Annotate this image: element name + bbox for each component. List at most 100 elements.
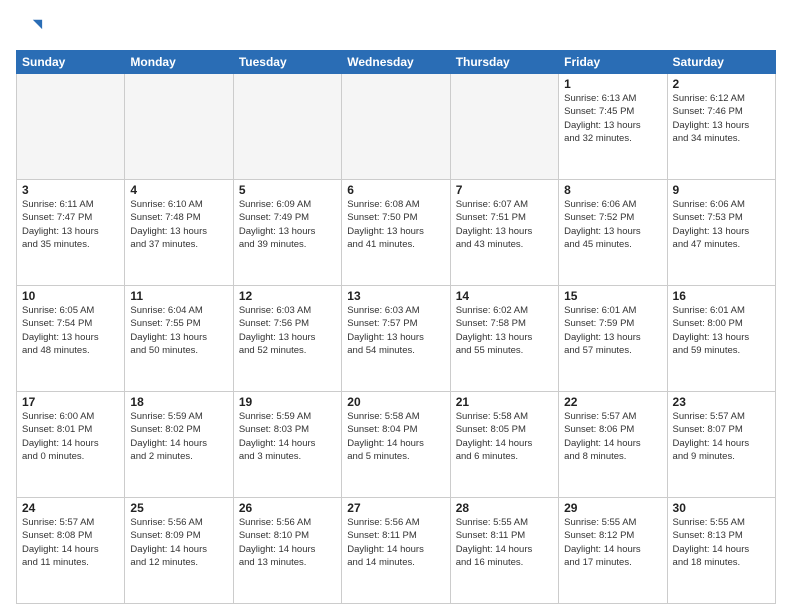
day-number: 11 <box>130 289 227 303</box>
day-number: 12 <box>239 289 336 303</box>
calendar-day-cell: 21Sunrise: 5:58 AMSunset: 8:05 PMDayligh… <box>450 392 558 498</box>
day-number: 8 <box>564 183 661 197</box>
calendar-day-cell: 18Sunrise: 5:59 AMSunset: 8:02 PMDayligh… <box>125 392 233 498</box>
day-number: 4 <box>130 183 227 197</box>
day-info: Sunrise: 5:58 AMSunset: 8:05 PMDaylight:… <box>456 410 553 463</box>
calendar-day-cell: 6Sunrise: 6:08 AMSunset: 7:50 PMDaylight… <box>342 180 450 286</box>
day-info: Sunrise: 5:55 AMSunset: 8:12 PMDaylight:… <box>564 516 661 569</box>
day-number: 16 <box>673 289 770 303</box>
calendar-day-cell <box>233 74 341 180</box>
day-number: 27 <box>347 501 444 515</box>
day-number: 23 <box>673 395 770 409</box>
calendar-day-cell: 15Sunrise: 6:01 AMSunset: 7:59 PMDayligh… <box>559 286 667 392</box>
day-info: Sunrise: 5:55 AMSunset: 8:11 PMDaylight:… <box>456 516 553 569</box>
calendar-day-cell: 23Sunrise: 5:57 AMSunset: 8:07 PMDayligh… <box>667 392 775 498</box>
day-number: 2 <box>673 77 770 91</box>
day-number: 15 <box>564 289 661 303</box>
calendar-day-cell: 13Sunrise: 6:03 AMSunset: 7:57 PMDayligh… <box>342 286 450 392</box>
day-info: Sunrise: 6:12 AMSunset: 7:46 PMDaylight:… <box>673 92 770 145</box>
calendar-week-row: 10Sunrise: 6:05 AMSunset: 7:54 PMDayligh… <box>17 286 776 392</box>
calendar-day-cell: 5Sunrise: 6:09 AMSunset: 7:49 PMDaylight… <box>233 180 341 286</box>
day-info: Sunrise: 6:06 AMSunset: 7:53 PMDaylight:… <box>673 198 770 251</box>
calendar-day-cell: 3Sunrise: 6:11 AMSunset: 7:47 PMDaylight… <box>17 180 125 286</box>
calendar-day-cell: 30Sunrise: 5:55 AMSunset: 8:13 PMDayligh… <box>667 498 775 604</box>
day-info: Sunrise: 5:56 AMSunset: 8:10 PMDaylight:… <box>239 516 336 569</box>
calendar-day-cell <box>125 74 233 180</box>
day-number: 19 <box>239 395 336 409</box>
day-number: 18 <box>130 395 227 409</box>
day-number: 6 <box>347 183 444 197</box>
day-number: 26 <box>239 501 336 515</box>
calendar-day-cell: 7Sunrise: 6:07 AMSunset: 7:51 PMDaylight… <box>450 180 558 286</box>
day-number: 30 <box>673 501 770 515</box>
calendar-day-cell: 10Sunrise: 6:05 AMSunset: 7:54 PMDayligh… <box>17 286 125 392</box>
day-number: 3 <box>22 183 119 197</box>
calendar-day-cell: 17Sunrise: 6:00 AMSunset: 8:01 PMDayligh… <box>17 392 125 498</box>
calendar-day-cell: 8Sunrise: 6:06 AMSunset: 7:52 PMDaylight… <box>559 180 667 286</box>
calendar-header-row: SundayMondayTuesdayWednesdayThursdayFrid… <box>17 51 776 74</box>
calendar-day-cell: 14Sunrise: 6:02 AMSunset: 7:58 PMDayligh… <box>450 286 558 392</box>
calendar-day-header: Friday <box>559 51 667 74</box>
calendar-day-cell: 12Sunrise: 6:03 AMSunset: 7:56 PMDayligh… <box>233 286 341 392</box>
day-info: Sunrise: 5:57 AMSunset: 8:06 PMDaylight:… <box>564 410 661 463</box>
calendar-day-cell: 29Sunrise: 5:55 AMSunset: 8:12 PMDayligh… <box>559 498 667 604</box>
logo <box>16 16 48 44</box>
day-info: Sunrise: 6:06 AMSunset: 7:52 PMDaylight:… <box>564 198 661 251</box>
day-number: 22 <box>564 395 661 409</box>
calendar-day-cell: 19Sunrise: 5:59 AMSunset: 8:03 PMDayligh… <box>233 392 341 498</box>
calendar-day-cell <box>450 74 558 180</box>
calendar-week-row: 1Sunrise: 6:13 AMSunset: 7:45 PMDaylight… <box>17 74 776 180</box>
day-info: Sunrise: 5:59 AMSunset: 8:03 PMDaylight:… <box>239 410 336 463</box>
day-number: 5 <box>239 183 336 197</box>
calendar-day-cell: 16Sunrise: 6:01 AMSunset: 8:00 PMDayligh… <box>667 286 775 392</box>
day-info: Sunrise: 5:59 AMSunset: 8:02 PMDaylight:… <box>130 410 227 463</box>
calendar-day-cell: 27Sunrise: 5:56 AMSunset: 8:11 PMDayligh… <box>342 498 450 604</box>
calendar-week-row: 24Sunrise: 5:57 AMSunset: 8:08 PMDayligh… <box>17 498 776 604</box>
day-info: Sunrise: 6:00 AMSunset: 8:01 PMDaylight:… <box>22 410 119 463</box>
calendar-day-cell: 26Sunrise: 5:56 AMSunset: 8:10 PMDayligh… <box>233 498 341 604</box>
day-info: Sunrise: 5:55 AMSunset: 8:13 PMDaylight:… <box>673 516 770 569</box>
calendar-day-cell: 11Sunrise: 6:04 AMSunset: 7:55 PMDayligh… <box>125 286 233 392</box>
day-info: Sunrise: 6:09 AMSunset: 7:49 PMDaylight:… <box>239 198 336 251</box>
day-info: Sunrise: 6:01 AMSunset: 8:00 PMDaylight:… <box>673 304 770 357</box>
calendar-day-cell: 9Sunrise: 6:06 AMSunset: 7:53 PMDaylight… <box>667 180 775 286</box>
day-info: Sunrise: 6:08 AMSunset: 7:50 PMDaylight:… <box>347 198 444 251</box>
calendar-day-cell: 22Sunrise: 5:57 AMSunset: 8:06 PMDayligh… <box>559 392 667 498</box>
calendar-day-cell: 24Sunrise: 5:57 AMSunset: 8:08 PMDayligh… <box>17 498 125 604</box>
calendar-week-row: 3Sunrise: 6:11 AMSunset: 7:47 PMDaylight… <box>17 180 776 286</box>
calendar-day-header: Sunday <box>17 51 125 74</box>
day-info: Sunrise: 5:56 AMSunset: 8:09 PMDaylight:… <box>130 516 227 569</box>
day-number: 25 <box>130 501 227 515</box>
day-number: 13 <box>347 289 444 303</box>
day-number: 10 <box>22 289 119 303</box>
day-number: 28 <box>456 501 553 515</box>
calendar-day-header: Tuesday <box>233 51 341 74</box>
day-info: Sunrise: 6:02 AMSunset: 7:58 PMDaylight:… <box>456 304 553 357</box>
page: SundayMondayTuesdayWednesdayThursdayFrid… <box>0 0 792 612</box>
day-info: Sunrise: 6:10 AMSunset: 7:48 PMDaylight:… <box>130 198 227 251</box>
day-info: Sunrise: 5:57 AMSunset: 8:08 PMDaylight:… <box>22 516 119 569</box>
day-info: Sunrise: 6:03 AMSunset: 7:57 PMDaylight:… <box>347 304 444 357</box>
calendar-day-header: Wednesday <box>342 51 450 74</box>
day-number: 7 <box>456 183 553 197</box>
calendar-day-header: Monday <box>125 51 233 74</box>
logo-icon <box>16 16 44 44</box>
calendar-day-cell <box>342 74 450 180</box>
day-info: Sunrise: 6:01 AMSunset: 7:59 PMDaylight:… <box>564 304 661 357</box>
calendar-day-cell: 4Sunrise: 6:10 AMSunset: 7:48 PMDaylight… <box>125 180 233 286</box>
day-info: Sunrise: 6:03 AMSunset: 7:56 PMDaylight:… <box>239 304 336 357</box>
day-number: 9 <box>673 183 770 197</box>
calendar-day-cell: 1Sunrise: 6:13 AMSunset: 7:45 PMDaylight… <box>559 74 667 180</box>
day-info: Sunrise: 6:11 AMSunset: 7:47 PMDaylight:… <box>22 198 119 251</box>
day-info: Sunrise: 6:04 AMSunset: 7:55 PMDaylight:… <box>130 304 227 357</box>
day-info: Sunrise: 5:57 AMSunset: 8:07 PMDaylight:… <box>673 410 770 463</box>
day-info: Sunrise: 6:13 AMSunset: 7:45 PMDaylight:… <box>564 92 661 145</box>
calendar-day-cell: 25Sunrise: 5:56 AMSunset: 8:09 PMDayligh… <box>125 498 233 604</box>
calendar-day-cell <box>17 74 125 180</box>
day-info: Sunrise: 5:58 AMSunset: 8:04 PMDaylight:… <box>347 410 444 463</box>
day-number: 1 <box>564 77 661 91</box>
calendar-day-cell: 20Sunrise: 5:58 AMSunset: 8:04 PMDayligh… <box>342 392 450 498</box>
calendar-table: SundayMondayTuesdayWednesdayThursdayFrid… <box>16 50 776 604</box>
calendar-day-header: Saturday <box>667 51 775 74</box>
calendar-day-header: Thursday <box>450 51 558 74</box>
